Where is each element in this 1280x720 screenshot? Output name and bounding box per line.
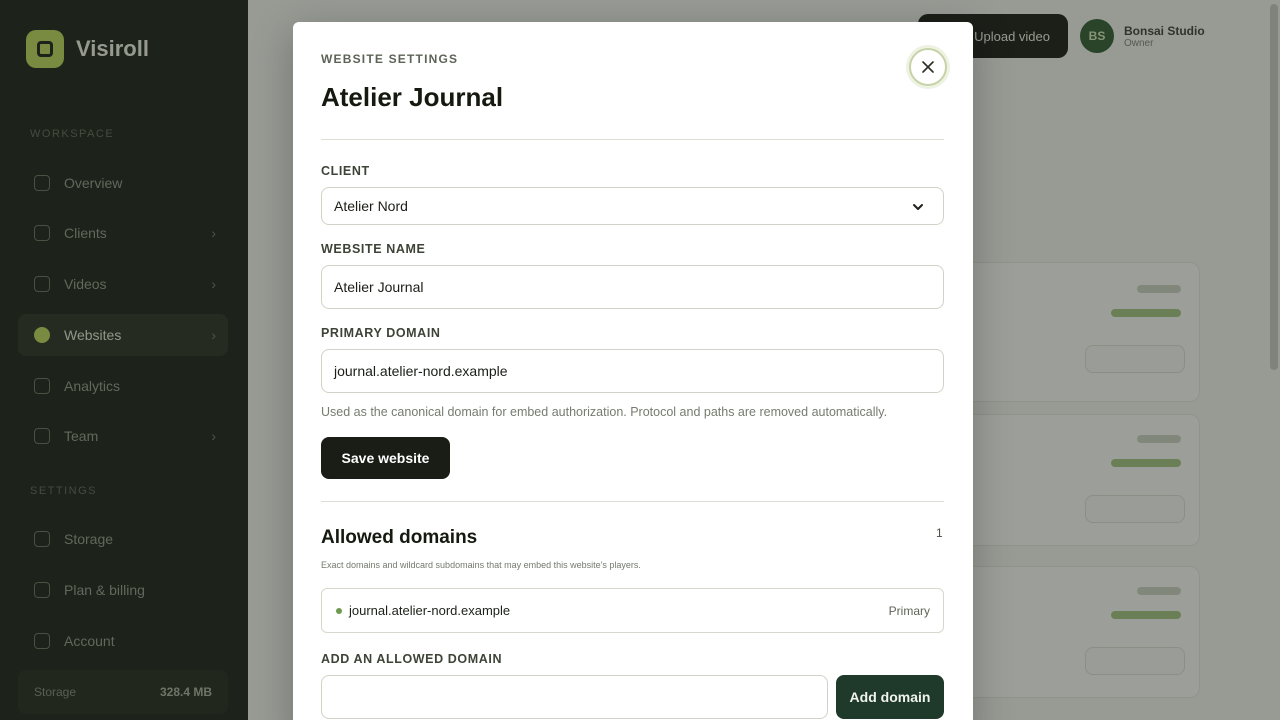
allowed-domains-description: Exact domains and wildcard subdomains th… xyxy=(321,560,641,570)
add-domain-input[interactable] xyxy=(321,675,828,719)
client-select[interactable]: Atelier Nord xyxy=(321,187,944,225)
primary-domain-input[interactable]: journal.atelier-nord.example xyxy=(321,349,944,393)
divider xyxy=(321,139,944,140)
divider xyxy=(321,501,944,502)
allowed-domains-title: Allowed domains xyxy=(321,527,478,548)
close-icon xyxy=(922,61,934,73)
status-dot-icon xyxy=(336,607,342,614)
close-button[interactable] xyxy=(909,48,947,86)
add-domain-label: ADD AN ALLOWED DOMAIN xyxy=(321,652,503,666)
website-name-value: Atelier Journal xyxy=(334,279,424,295)
modal-eyebrow: WEBSITE SETTINGS xyxy=(321,52,459,66)
primary-badge: Primary xyxy=(888,603,930,618)
primary-domain-label: PRIMARY DOMAIN xyxy=(321,326,441,340)
add-domain-button[interactable]: Add domain xyxy=(836,675,944,719)
save-website-button[interactable]: Save website xyxy=(321,437,450,479)
client-select-value: Atelier Nord xyxy=(334,198,408,214)
allowed-domains-count: 1 xyxy=(936,526,943,540)
primary-domain-value: journal.atelier-nord.example xyxy=(334,363,508,379)
primary-domain-help: Used as the canonical domain for embed a… xyxy=(321,405,888,419)
modal-title: Atelier Journal xyxy=(321,82,504,112)
client-label: CLIENT xyxy=(321,164,370,178)
chevron-down-icon xyxy=(913,204,923,210)
website-name-input[interactable]: Atelier Journal xyxy=(321,265,944,309)
website-name-label: WEBSITE NAME xyxy=(321,242,426,256)
website-settings-modal: WEBSITE SETTINGS Atelier Journal CLIENT … xyxy=(293,22,973,720)
allowed-domain-name: journal.atelier-nord.example xyxy=(349,603,511,618)
allowed-domain-row: journal.atelier-nord.example Primary xyxy=(321,588,944,633)
